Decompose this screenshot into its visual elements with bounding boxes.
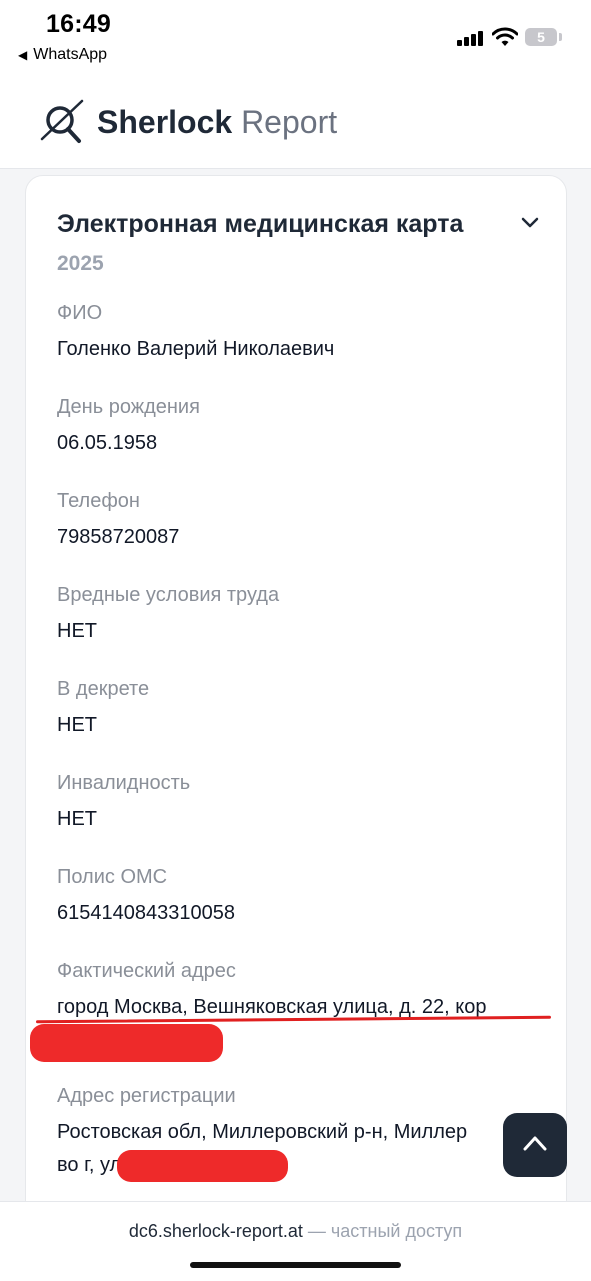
back-app-label: WhatsApp (33, 46, 108, 63)
field-value-phone: 79858720087 (57, 526, 180, 548)
field-label-fio: ФИО (57, 302, 103, 324)
brand-name[interactable]: Sherlock Report (97, 102, 337, 142)
brand-bold: Sherlock (97, 104, 233, 140)
field-value-registration-address-line2: во г, ул (57, 1154, 122, 1176)
field-value-actual-address: город Москва, Вешняковская улица, д. 22,… (57, 996, 487, 1018)
back-triangle-icon: ◀ (18, 48, 28, 62)
field-value-birthday: 06.05.1958 (57, 432, 158, 454)
wifi-icon (492, 27, 518, 46)
field-value-fio: Голенко Валерий Николаевич (57, 338, 335, 360)
sherlock-logo-icon[interactable] (38, 97, 86, 145)
back-to-app-link[interactable]: ◀ WhatsApp (18, 46, 107, 64)
field-value-maternity: НЕТ (57, 714, 97, 736)
battery-level: 5 (537, 29, 545, 45)
home-indicator[interactable] (190, 1262, 401, 1268)
url-note: — частный доступ (302, 1221, 463, 1241)
field-label-hazardous-work: Вредные условия труда (57, 584, 280, 606)
field-value-disability: НЕТ (57, 808, 97, 830)
medical-record-card: Электронная медицинская карта 2025 ФИО Г… (25, 175, 567, 1277)
arrow-up-icon (523, 1136, 547, 1151)
url-bar[interactable]: dc6.sherlock-report.at — частный доступ (0, 1221, 591, 1242)
signal-icon (457, 30, 485, 46)
field-label-oms-policy: Полис ОМС (57, 866, 168, 888)
redaction-mark-registration-address (117, 1150, 288, 1182)
field-label-disability: Инвалидность (57, 772, 191, 794)
browser-footer: dc6.sherlock-report.at — частный доступ (0, 1201, 591, 1281)
field-label-registration-address: Адрес регистрации (57, 1085, 236, 1107)
battery-tip (559, 33, 562, 41)
field-label-actual-address: Фактический адрес (57, 960, 236, 982)
field-value-oms-policy: 6154140843310058 (57, 902, 235, 924)
field-value-hazardous-work: НЕТ (57, 620, 97, 642)
brand-light: Report (241, 104, 338, 140)
field-label-phone: Телефон (57, 490, 140, 512)
status-bar: 16:49 ◀ WhatsApp 5 (0, 0, 591, 80)
status-time: 16:49 (46, 10, 111, 38)
scroll-to-top-button[interactable] (503, 1113, 567, 1177)
battery-icon: 5 (525, 28, 557, 46)
field-label-birthday: День рождения (57, 396, 200, 418)
card-title[interactable]: Электронная медицинская карта (57, 210, 463, 239)
site-header: Sherlock Report (0, 80, 591, 169)
field-label-maternity: В декрете (57, 678, 150, 700)
field-value-registration-address: Ростовская обл, Миллеровский р-н, Миллер (57, 1121, 468, 1143)
chevron-down-icon[interactable] (520, 216, 540, 230)
url-host: dc6.sherlock-report.at (128, 1221, 303, 1241)
redaction-mark-actual-address (30, 1024, 223, 1062)
card-year: 2025 (57, 252, 104, 275)
